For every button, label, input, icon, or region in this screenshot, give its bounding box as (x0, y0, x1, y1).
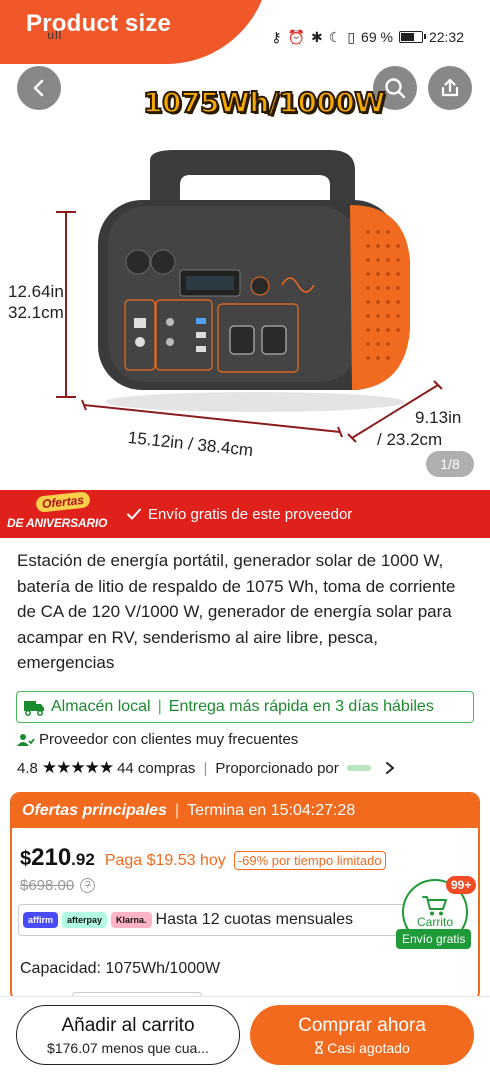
bluetooth-icon: ✱ (311, 28, 323, 45)
rating-separator: | (203, 759, 208, 777)
status-bar: ull ⚷ ⏰ ✱ ☾ ▯ 69 % 22:32 (47, 24, 490, 50)
klarna-logo: Klarna. (111, 912, 152, 928)
pay-today: Paga $19.53 hoy (104, 852, 226, 869)
deals-countdown: Termina en 15:04:27:28 (187, 802, 356, 819)
battery-fill (400, 33, 415, 41)
provider-logo (346, 765, 371, 771)
height-cm: 32.1cm (8, 303, 64, 322)
supplier-text: Proveedor con clientes muy frecuentes (39, 731, 299, 748)
add-to-cart-button[interactable]: Añadir al carrito $176.07 menos que cua.… (16, 1005, 240, 1065)
help-icon[interactable]: ? (80, 878, 96, 893)
price-currency: $ (20, 848, 32, 870)
vibrate-icon: ▯ (347, 28, 356, 45)
purchase-count: 44 compras (117, 759, 196, 777)
buy-now-button[interactable]: Comprar ahora Casi agotado (250, 1005, 474, 1065)
clock: 22:32 (428, 29, 464, 45)
deals-header-separator: | (174, 802, 180, 819)
anniversary-logo: Ofertas DE ANIVERSARIO (0, 490, 118, 538)
battery-icon (398, 31, 426, 43)
anniversary-logo-top: Ofertas (35, 491, 91, 513)
provided-by-label: Proporcionado por (215, 759, 339, 777)
checkmark-icon (127, 508, 141, 520)
add-to-cart-label: Añadir al carrito (61, 1014, 195, 1036)
depth-cm: / 23.2cm (377, 430, 443, 449)
local-warehouse-box[interactable]: Almacén local | Entrega más rápida en 3 … (16, 691, 474, 723)
old-price-row: $698.00 ? (20, 877, 96, 894)
hourglass-icon (315, 1041, 324, 1054)
alarm-icon: ⏰ (287, 28, 306, 45)
local-warehouse-separator: | (157, 698, 162, 715)
chevron-right-icon (385, 762, 394, 774)
depth-inches: 9.13in (415, 408, 462, 427)
battery-percent: 69 % (361, 29, 393, 45)
installments-text: Hasta 12 cuotas mensuales (155, 911, 353, 928)
chevron-left-icon (33, 79, 44, 97)
rating-row[interactable]: 4.8 ★★★★★ 44 compras | Proporcionado por (17, 758, 477, 778)
bottom-action-bar: Añadir al carrito $176.07 menos que cua.… (0, 996, 490, 1080)
buy-now-label: Comprar ahora (298, 1014, 426, 1036)
product-image-gallery[interactable]: Product size ull ⚷ ⏰ ✱ ☾ ▯ 69 % 22:32 10… (0, 0, 490, 488)
capacity-title: 1075Wh/1000W (142, 85, 386, 120)
star-rating-icon: ★★★★★ (41, 758, 114, 777)
key-icon: ⚷ (271, 28, 282, 45)
back-button[interactable] (17, 66, 61, 110)
promo-banner[interactable]: Ofertas DE ANIVERSARIO Envío gratis de e… (0, 490, 490, 538)
cart-label: Carrito (416, 915, 453, 929)
users-icon (17, 733, 35, 746)
search-icon (385, 78, 406, 99)
image-pager: 1/8 (426, 451, 474, 477)
share-icon (441, 78, 459, 97)
add-to-cart-savings: $176.07 menos que cua... (47, 1039, 209, 1056)
cart-free-shipping: Envío gratis (396, 929, 472, 949)
deals-title: Ofertas principales (22, 802, 167, 819)
price-integer: 210 (31, 844, 72, 871)
signal-icon: ull (47, 28, 63, 42)
delivery-text: Entrega más rápida en 3 días hábiles (168, 698, 434, 715)
rating-value: 4.8 (17, 759, 38, 777)
capacity-label: Capacidad: 1075Wh/1000W (20, 960, 221, 977)
old-price: $698.00 (20, 877, 75, 894)
local-warehouse-label: Almacén local (51, 698, 151, 715)
share-button[interactable] (428, 66, 472, 110)
afterpay-logo: afterpay (62, 912, 108, 928)
product-title: Estación de energía portátil, generador … (17, 551, 456, 672)
free-shipping-text: Envío gratis de este proveedor (148, 505, 353, 523)
current-price: $210.92 (20, 844, 95, 872)
cart-icon (422, 896, 447, 916)
discount-badge: -69% por tiempo limitado (233, 851, 386, 870)
affirm-logo: affirm (23, 912, 59, 928)
price-row: $210.92 Paga $19.53 hoy -69% por tiempo … (20, 844, 386, 872)
anniversary-logo-bottom: DE ANIVERSARIO (7, 516, 108, 530)
supplier-badge: Proveedor con clientes muy frecuentes (17, 731, 298, 748)
installments-row[interactable]: affirm afterpay Klarna. Hasta 12 cuotas … (18, 904, 406, 936)
free-shipping-notice: Envío gratis de este proveedor (126, 506, 352, 523)
price-decimal: .92 (71, 850, 95, 869)
floating-cart[interactable]: Carrito 99+ Envío gratis (396, 873, 477, 949)
truck-icon (24, 701, 44, 716)
low-stock-notice: Casi agotado (314, 1040, 410, 1056)
moon-icon: ☾ (328, 28, 342, 45)
cart-count-badge: 99+ (446, 876, 477, 894)
low-stock-text: Casi agotado (327, 1039, 410, 1056)
deals-header: Ofertas principales | Termina en 15:04:2… (12, 794, 478, 828)
height-inches: 12.64in (8, 282, 64, 301)
